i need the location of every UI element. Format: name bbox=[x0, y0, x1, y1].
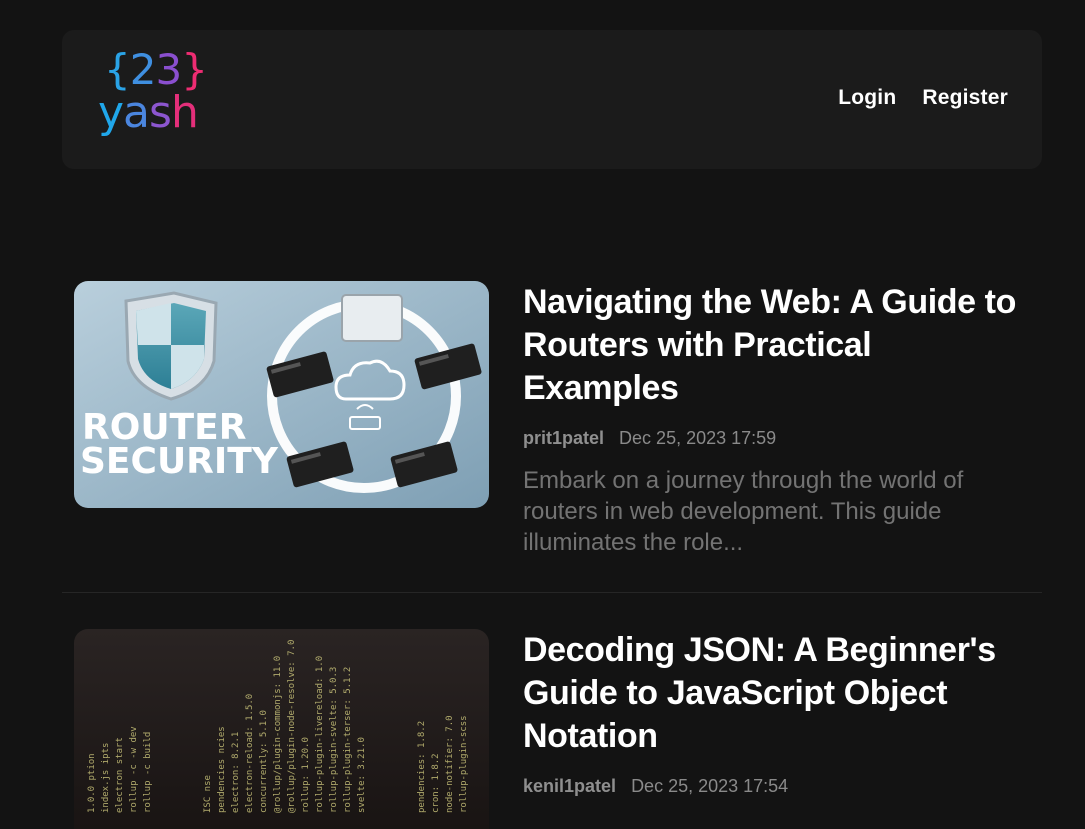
svg-text:rollup-plugin-livereload: 1.0: rollup-plugin-livereload: 1.0 bbox=[315, 656, 325, 813]
svg-text:electron: 8.2.1: electron: 8.2.1 bbox=[231, 732, 241, 813]
post-date: Dec 25, 2023 17:54 bbox=[631, 776, 789, 796]
svg-text:electron-reload: 1.5.0: electron-reload: 1.5.0 bbox=[245, 694, 255, 813]
svg-text:concurrently: 5.1.0: concurrently: 5.1.0 bbox=[259, 710, 269, 813]
svg-text:rollup: 1.20.0: rollup: 1.20.0 bbox=[301, 737, 311, 813]
post-divider bbox=[62, 592, 1042, 593]
site-logo[interactable]: {23} yash bbox=[98, 48, 208, 148]
logo-wordmark: yash bbox=[98, 87, 199, 138]
router-security-image: ROUTER SECURITY bbox=[74, 281, 489, 508]
post-info: Decoding JSON: A Beginner's Guide to Jav… bbox=[523, 629, 1023, 797]
svg-text:SECURITY: SECURITY bbox=[80, 441, 279, 482]
svg-text:rollup-plugin-terser: 5.1.2: rollup-plugin-terser: 5.1.2 bbox=[343, 667, 353, 813]
post-author[interactable]: prit1patel bbox=[523, 428, 604, 448]
post-card[interactable]: 1.0.0 ption index.js ipts electron start… bbox=[62, 629, 1042, 829]
svg-text:@rollup/plugin-commonjs: 11.0: @rollup/plugin-commonjs: 11.0 bbox=[273, 656, 283, 813]
svg-text:pendencies ncies: pendencies ncies bbox=[217, 726, 227, 813]
svg-text:@rollup/plugin-node-resolve: 7: @rollup/plugin-node-resolve: 7.0 bbox=[287, 640, 297, 813]
svg-text:index.js ipts: index.js ipts bbox=[101, 743, 111, 813]
post-meta: kenil1patel Dec 25, 2023 17:54 bbox=[523, 776, 1023, 797]
top-nav: Login Register bbox=[838, 86, 1008, 110]
svg-text:rollup-plugin-scss: rollup-plugin-scss bbox=[459, 715, 469, 813]
svg-text:1.0.0 ption: 1.0.0 ption bbox=[87, 753, 97, 813]
svg-text:node-notifier: 7.0: node-notifier: 7.0 bbox=[445, 715, 455, 813]
svg-text:rollup -c build: rollup -c build bbox=[143, 732, 153, 813]
svg-text:rollup-plugin-svelte: 5.0.3: rollup-plugin-svelte: 5.0.3 bbox=[329, 667, 339, 813]
post-title[interactable]: Decoding JSON: A Beginner's Guide to Jav… bbox=[523, 629, 1023, 758]
post-title[interactable]: Navigating the Web: A Guide to Routers w… bbox=[523, 281, 1023, 410]
post-date: Dec 25, 2023 17:59 bbox=[619, 428, 777, 448]
svg-text:ISC nse: ISC nse bbox=[203, 775, 213, 813]
svg-text:cron: 1.8.2: cron: 1.8.2 bbox=[431, 753, 441, 813]
svg-text:pendencies: 1.8.2: pendencies: 1.8.2 bbox=[417, 721, 427, 813]
logo-line-1: {23} bbox=[104, 48, 208, 92]
post-card[interactable]: ROUTER SECURITY Navigating the Web: A Gu… bbox=[62, 281, 1042, 593]
post-thumbnail[interactable]: ROUTER SECURITY bbox=[74, 281, 489, 508]
code-image: 1.0.0 ption index.js ipts electron start… bbox=[74, 629, 489, 829]
post-author[interactable]: kenil1patel bbox=[523, 776, 616, 796]
post-excerpt: Embark on a journey through the world of… bbox=[523, 467, 964, 556]
login-link[interactable]: Login bbox=[838, 86, 896, 110]
post-info: Navigating the Web: A Guide to Routers w… bbox=[523, 281, 1023, 558]
svg-text:svelte: 3.21.0: svelte: 3.21.0 bbox=[357, 737, 367, 813]
site-header: {23} yash Login Register bbox=[62, 30, 1042, 169]
svg-text:rollup -c -w dev: rollup -c -w dev bbox=[129, 726, 139, 813]
svg-text:electron start: electron start bbox=[115, 737, 125, 813]
register-link[interactable]: Register bbox=[922, 86, 1008, 110]
post-meta: prit1patel Dec 25, 2023 17:59 bbox=[523, 428, 1023, 449]
post-thumbnail[interactable]: 1.0.0 ption index.js ipts electron start… bbox=[74, 629, 489, 829]
logo-line-2: yash bbox=[98, 87, 199, 138]
